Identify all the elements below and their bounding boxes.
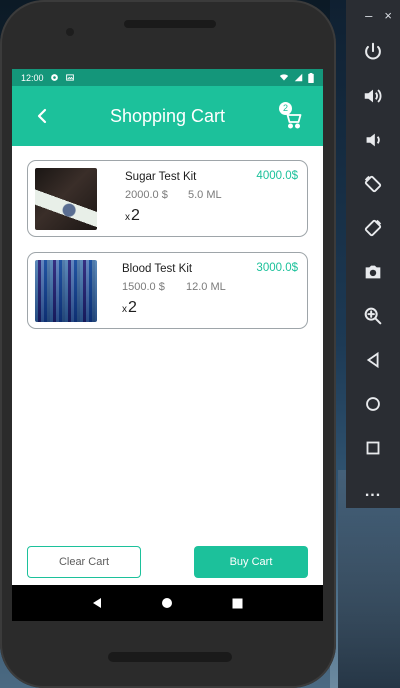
more-icon: ... bbox=[364, 483, 382, 500]
quantity-prefix: x bbox=[122, 304, 127, 315]
rotate-right-icon bbox=[364, 219, 382, 237]
power-icon bbox=[365, 42, 381, 60]
cart-button[interactable]: 2 bbox=[279, 102, 305, 130]
product-image bbox=[35, 168, 97, 230]
cart-item[interactable]: Blood Test Kit 1500.0 $ 12.0 ML 3000.0$ … bbox=[27, 252, 308, 329]
zoom-icon bbox=[364, 307, 382, 325]
cart-actions: Clear Cart Buy Cart bbox=[27, 546, 308, 578]
screenshot-button[interactable] bbox=[346, 250, 400, 294]
product-volume: 12.0 ML bbox=[186, 281, 226, 293]
product-quantity: x2 bbox=[122, 299, 137, 317]
nav-back-button[interactable] bbox=[85, 591, 109, 615]
volume-down-icon bbox=[366, 133, 380, 147]
quantity-prefix: x bbox=[125, 212, 130, 223]
home-circle-icon bbox=[162, 598, 173, 608]
phone-screen: 12:00 Shopping Cart 2 Sugar Test Kit 200… bbox=[12, 69, 323, 621]
power-button[interactable] bbox=[346, 30, 400, 74]
clear-cart-button[interactable]: Clear Cart bbox=[27, 546, 141, 578]
product-total: 3000.0$ bbox=[256, 262, 298, 274]
android-nav-bar bbox=[12, 585, 323, 621]
nav-recents-button[interactable] bbox=[226, 591, 250, 615]
wifi-icon bbox=[279, 74, 289, 81]
back-nav-button[interactable] bbox=[346, 338, 400, 382]
cart-count-badge: 2 bbox=[279, 102, 292, 115]
nav-home-button[interactable] bbox=[155, 591, 179, 615]
square-overview-icon bbox=[366, 441, 380, 455]
signal-icon bbox=[294, 73, 303, 82]
quantity-value: 2 bbox=[128, 299, 137, 316]
product-volume: 5.0 ML bbox=[188, 189, 222, 201]
status-time: 12:00 bbox=[21, 72, 44, 83]
home-nav-button[interactable] bbox=[346, 382, 400, 426]
triangle-back-icon bbox=[366, 351, 379, 369]
page-title: Shopping Cart bbox=[109, 105, 226, 126]
product-name: Sugar Test Kit bbox=[125, 171, 197, 183]
cart-list: Sugar Test Kit 2000.0 $ 5.0 ML 4000.0$ x… bbox=[12, 146, 323, 329]
chevron-left-icon bbox=[37, 108, 47, 124]
rotate-right-button[interactable] bbox=[346, 206, 400, 250]
overview-nav-button[interactable] bbox=[346, 426, 400, 470]
top-speaker bbox=[124, 20, 216, 28]
front-camera bbox=[66, 28, 74, 36]
bottom-speaker bbox=[108, 652, 232, 662]
back-button[interactable] bbox=[30, 104, 54, 128]
volume-up-icon bbox=[364, 89, 382, 103]
volume-down-button[interactable] bbox=[346, 118, 400, 162]
recents-square-icon bbox=[232, 598, 243, 608]
circle-home-icon bbox=[366, 397, 380, 411]
emulator-toolbar: – × ... bbox=[346, 0, 400, 508]
phone-frame: 12:00 Shopping Cart 2 Sugar Test Kit 200… bbox=[0, 0, 336, 688]
product-image bbox=[35, 260, 97, 322]
settings-icon bbox=[50, 74, 58, 81]
more-options-button[interactable]: ... bbox=[346, 470, 400, 514]
rotate-left-icon bbox=[364, 175, 382, 193]
back-triangle-icon bbox=[93, 598, 102, 608]
product-price: 1500.0 $ bbox=[122, 281, 165, 293]
status-bar: 12:00 bbox=[12, 69, 323, 86]
volume-up-button[interactable] bbox=[346, 74, 400, 118]
product-quantity: x2 bbox=[125, 207, 140, 225]
product-price: 2000.0 $ bbox=[125, 189, 168, 201]
image-notification-icon bbox=[65, 74, 74, 81]
close-button[interactable]: × bbox=[384, 9, 392, 22]
quantity-value: 2 bbox=[131, 207, 140, 224]
product-total: 4000.0$ bbox=[256, 170, 298, 182]
buy-cart-button[interactable]: Buy Cart bbox=[194, 546, 308, 578]
minimize-button[interactable]: – bbox=[365, 9, 372, 22]
rotate-left-button[interactable] bbox=[346, 162, 400, 206]
cart-item[interactable]: Sugar Test Kit 2000.0 $ 5.0 ML 4000.0$ x… bbox=[27, 160, 308, 237]
toolbar-window-controls: – × bbox=[346, 0, 400, 30]
battery-icon bbox=[308, 72, 314, 83]
camera-icon bbox=[365, 265, 381, 279]
app-bar: Shopping Cart 2 bbox=[12, 86, 323, 146]
product-name: Blood Test Kit bbox=[122, 263, 193, 275]
zoom-button[interactable] bbox=[346, 294, 400, 338]
